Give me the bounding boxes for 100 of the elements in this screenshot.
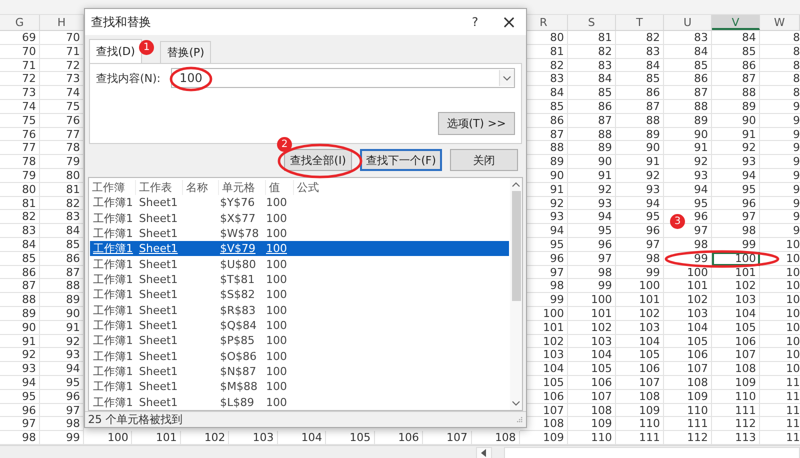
result-row[interactable]: 工作簿1 Sheet1 $L$89 100 xyxy=(90,394,509,410)
list-column-header[interactable]: 值 xyxy=(266,180,294,195)
column-header[interactable]: W xyxy=(760,15,800,30)
column-header[interactable]: S xyxy=(568,15,616,30)
result-row[interactable]: 工作簿1 Sheet1 $R$83 100 xyxy=(90,302,509,318)
sheet-cell: 70 xyxy=(0,44,40,59)
dialog-button[interactable]: 查找全部(I) xyxy=(284,149,352,171)
sheet-text: Sheet1 xyxy=(138,288,179,302)
find-field[interactable]: 100 xyxy=(170,68,515,88)
result-row[interactable]: 工作簿1 Sheet1 $Q$84 100 xyxy=(90,318,509,334)
sheet-cell: 111 xyxy=(712,404,760,418)
sheet-cell: 98 xyxy=(616,252,664,266)
sheet-cell: 84 xyxy=(568,72,616,86)
sheet-cell: 10 xyxy=(760,362,800,376)
horizontal-scrollbar[interactable] xyxy=(504,446,800,458)
sheet-text: Sheet1 xyxy=(138,304,179,317)
result-row[interactable]: 工作簿1 Sheet1 $Y$76 100 xyxy=(90,195,509,210)
sheet-cell: 107 xyxy=(712,348,760,362)
sheet-cell: 88 xyxy=(568,128,616,142)
workbook-text: 工作簿1 xyxy=(92,318,134,334)
sheet-text: Sheet1 xyxy=(138,272,179,286)
column-header[interactable]: V xyxy=(712,15,760,30)
list-column-header[interactable]: 公式 xyxy=(294,180,510,195)
list-column-header[interactable]: 名称 xyxy=(183,180,219,195)
workbook-text: 工作簿1 xyxy=(92,302,134,318)
sheet-cell: 103 xyxy=(568,334,616,348)
sheet-cell: 83 xyxy=(0,224,40,238)
sheet-cell: 97 xyxy=(616,238,664,252)
sheet-cell: 96 xyxy=(0,404,40,418)
sheet-cell: 10 xyxy=(760,238,800,252)
sheet-cell: 85 xyxy=(0,252,40,266)
result-row[interactable]: 工作簿1 Sheet1 $U$80 100 xyxy=(90,256,509,272)
sheet-cell: 86 xyxy=(0,266,40,280)
sheet-cell: 87 xyxy=(712,72,760,86)
sheet-cell: 81 xyxy=(0,196,40,210)
sheet-cell: 102 xyxy=(568,320,616,335)
tab[interactable]: 查找(D) xyxy=(89,39,142,63)
sheet-cell: 84 xyxy=(616,58,664,72)
dialog-button[interactable]: 查找下一个(F) xyxy=(360,149,442,171)
sheet-cell: 82 xyxy=(568,44,616,59)
sheet-cell: 83 xyxy=(616,44,664,59)
resize-grip-icon[interactable] xyxy=(516,416,523,423)
sheet-cell: 72 xyxy=(0,72,40,86)
column-header[interactable]: T xyxy=(616,15,664,30)
sheet-cell: 9 xyxy=(760,224,800,238)
cell-address: $N$87 xyxy=(219,365,258,378)
sheet-cell: 10 xyxy=(760,252,800,266)
sheet-cell: 91 xyxy=(712,128,760,142)
scroll-left-icon xyxy=(481,449,487,458)
result-row[interactable]: 工作簿1 Sheet1 $X$77 100 xyxy=(90,210,509,226)
sheet-cell: 104 xyxy=(712,306,760,321)
help-button[interactable]: ? xyxy=(458,7,492,37)
result-row[interactable]: 工作簿1 Sheet1 $S$82 100 xyxy=(90,287,509,303)
sheet-cell: 89 xyxy=(664,114,712,128)
workbook-text: 工作簿1 xyxy=(92,364,134,380)
sheet-cell: 87 xyxy=(568,114,616,128)
sheet-cell: 11 xyxy=(760,417,800,432)
sheet-cell: 9 xyxy=(760,141,800,156)
sheet-cell: 93 xyxy=(568,196,616,210)
result-row[interactable]: 工作簿1 Sheet1 $W$78 100 xyxy=(90,226,509,242)
list-column-header[interactable]: 单元格 xyxy=(219,180,266,195)
sheet-cell: 106 xyxy=(616,362,664,376)
sheet-cell: 89 xyxy=(0,306,40,321)
dropdown-button[interactable] xyxy=(499,70,514,86)
sheet-cell: 73 xyxy=(0,86,40,100)
sheet-cell: 8 xyxy=(760,86,800,100)
sheet-cell: 99 xyxy=(616,266,664,280)
sheet-cell: 100 xyxy=(616,279,664,294)
result-row[interactable]: 工作簿1 Sheet1 $P$85 100 xyxy=(90,333,509,349)
sheet-cell: 79 xyxy=(0,168,40,183)
scroll-thumb[interactable] xyxy=(512,191,520,301)
sheet-cell: 99 xyxy=(664,252,712,266)
sheet-cell: 8 xyxy=(760,31,800,45)
highlight-ellipse xyxy=(170,66,212,92)
sheet-cell: 97 xyxy=(0,417,40,432)
cell-value: 100 xyxy=(265,365,288,378)
result-row[interactable]: 工作簿1 Sheet1 $V$79 100 xyxy=(90,241,509,256)
sheet-cell: 105 xyxy=(712,320,760,335)
sheet-cell: 103 xyxy=(616,320,664,335)
result-row[interactable]: 工作簿1 Sheet1 $T$81 100 xyxy=(90,272,509,288)
sheet-cell: 95 xyxy=(616,210,664,224)
result-row[interactable]: 工作簿1 Sheet1 $M$88 100 xyxy=(90,379,509,395)
dialog-button[interactable]: 关闭 xyxy=(450,149,518,171)
vertical-scrollbar[interactable] xyxy=(510,178,522,410)
sheet-cell: 91 xyxy=(0,334,40,348)
tab[interactable]: 替换(P) xyxy=(160,41,212,63)
cell-value: 100 xyxy=(265,226,288,240)
column-header[interactable]: G xyxy=(0,15,40,30)
list-column-header[interactable]: 工作表 xyxy=(136,180,183,195)
sheet-cell: 69 xyxy=(0,31,40,45)
options-button[interactable]: 选项(T) >> xyxy=(438,112,515,135)
scroll-left-button[interactable] xyxy=(476,446,492,458)
result-row[interactable]: 工作簿1 Sheet1 $N$87 100 xyxy=(90,364,509,380)
sheet-cell: 90 xyxy=(616,141,664,156)
list-column-header[interactable]: 工作簿 xyxy=(89,180,136,195)
sheet-cell: 108 xyxy=(568,404,616,418)
sheet-cell: 92 xyxy=(0,348,40,362)
result-row[interactable]: 工作簿1 Sheet1 $O$86 100 xyxy=(90,348,509,364)
sheet-cell: 104 xyxy=(616,334,664,348)
sheet-cell: 9 xyxy=(760,155,800,169)
